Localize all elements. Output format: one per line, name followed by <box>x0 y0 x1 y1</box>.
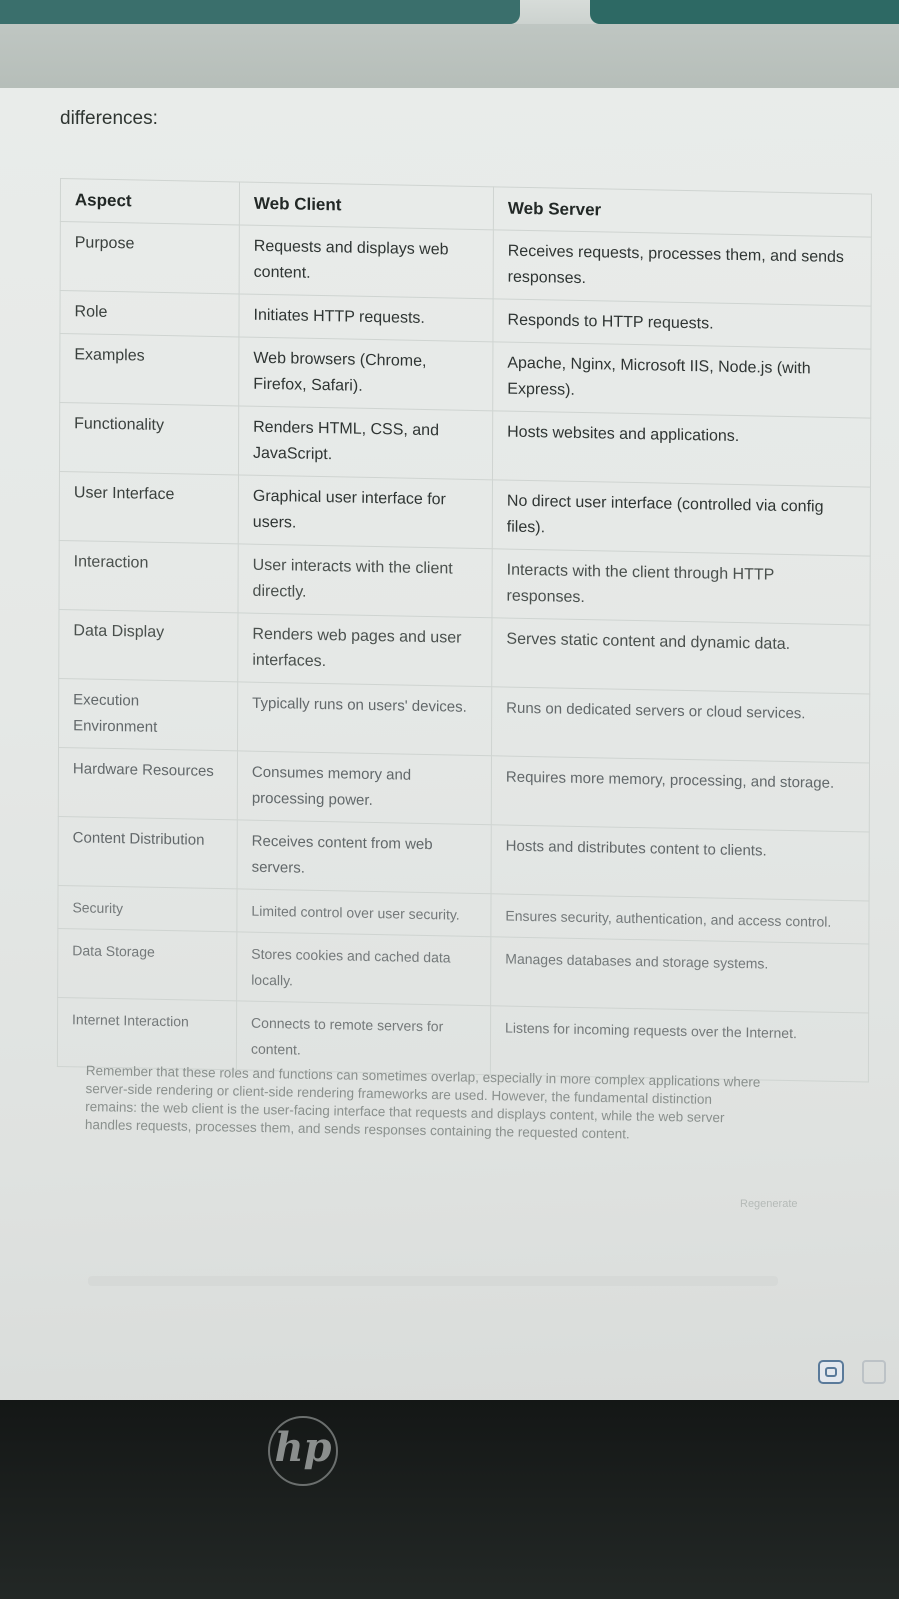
laptop-bezel <box>0 1400 899 1599</box>
cell-server: Receives requests, processes them, and s… <box>493 229 872 307</box>
copy-icon[interactable] <box>818 1360 844 1384</box>
cell-server: Hosts websites and applications. <box>492 410 871 488</box>
cell-client: Typically runs on users' devices. <box>237 681 492 756</box>
browser-tab-left[interactable] <box>0 0 520 24</box>
cell-aspect: Hardware Resources <box>58 747 238 820</box>
cell-server: Hosts and distributes content to clients… <box>491 824 870 902</box>
cell-server: Apache, Nginx, Microsoft IIS, Node.js (w… <box>492 341 871 419</box>
cell-aspect: Execution Environment <box>58 678 238 751</box>
cell-client: Consumes memory and processing power. <box>237 750 492 825</box>
cell-aspect: Data Display <box>58 609 238 682</box>
cell-client: Web browsers (Chrome, Firefox, Safari). <box>238 336 493 411</box>
message-input[interactable] <box>88 1276 778 1286</box>
cell-aspect: User Interface <box>59 471 239 544</box>
cell-server: Serves static content and dynamic data. <box>491 617 870 695</box>
header-web-client: Web Client <box>239 181 494 230</box>
faint-text-row <box>90 1232 170 1240</box>
cell-aspect: Interaction <box>58 540 239 613</box>
cell-aspect: Content Distribution <box>58 816 238 889</box>
header-aspect: Aspect <box>60 178 240 225</box>
cell-client: Graphical user interface for users. <box>238 474 493 549</box>
cell-aspect: Examples <box>59 333 239 406</box>
cell-client: Receives content from web servers. <box>237 819 492 894</box>
cell-client: Connects to remote servers for content. <box>236 1000 491 1075</box>
browser-tab-right[interactable] <box>590 0 899 24</box>
cell-server: Manages databases and storage systems. <box>490 936 869 1014</box>
cell-client: Limited control over user security. <box>236 888 492 937</box>
cell-server: Responds to HTTP requests. <box>492 298 872 350</box>
cell-client: Renders web pages and user interfaces. <box>237 612 492 687</box>
cell-client: User interacts with the client directly. <box>237 543 493 618</box>
cell-client: Requests and displays web content. <box>239 224 494 299</box>
intro-text: differences: <box>60 108 158 129</box>
closing-paragraph: Remember that these roles and functions … <box>84 1062 761 1142</box>
cell-server: Interacts with the client through HTTP r… <box>491 548 871 626</box>
cell-aspect: Security <box>57 885 238 932</box>
cell-client: Renders HTML, CSS, and JavaScript. <box>238 405 493 480</box>
cell-aspect: Role <box>59 290 240 337</box>
cell-server: No direct user interface (controlled via… <box>492 479 871 557</box>
cell-server: Runs on dedicated servers or cloud servi… <box>491 686 870 764</box>
comparison-table: Aspect Web Client Web Server Purpose Req… <box>57 178 872 1083</box>
cell-client: Stores cookies and cached data locally. <box>236 931 491 1006</box>
cell-server: Requires more memory, processing, and st… <box>491 755 870 833</box>
cell-aspect: Purpose <box>60 221 240 294</box>
toolbar-band <box>0 24 899 94</box>
window-icon[interactable] <box>862 1360 886 1384</box>
cell-aspect: Functionality <box>59 402 239 475</box>
cell-client: Initiates HTTP requests. <box>238 293 494 342</box>
cell-server: Ensures security, authentication, and ac… <box>490 893 870 945</box>
cell-aspect: Data Storage <box>57 928 237 1001</box>
hp-logo: hp <box>268 1416 338 1486</box>
header-web-server: Web Server <box>493 186 872 238</box>
regenerate-button[interactable]: Regenerate <box>740 1198 798 1210</box>
cell-aspect: Internet Interaction <box>57 997 237 1070</box>
